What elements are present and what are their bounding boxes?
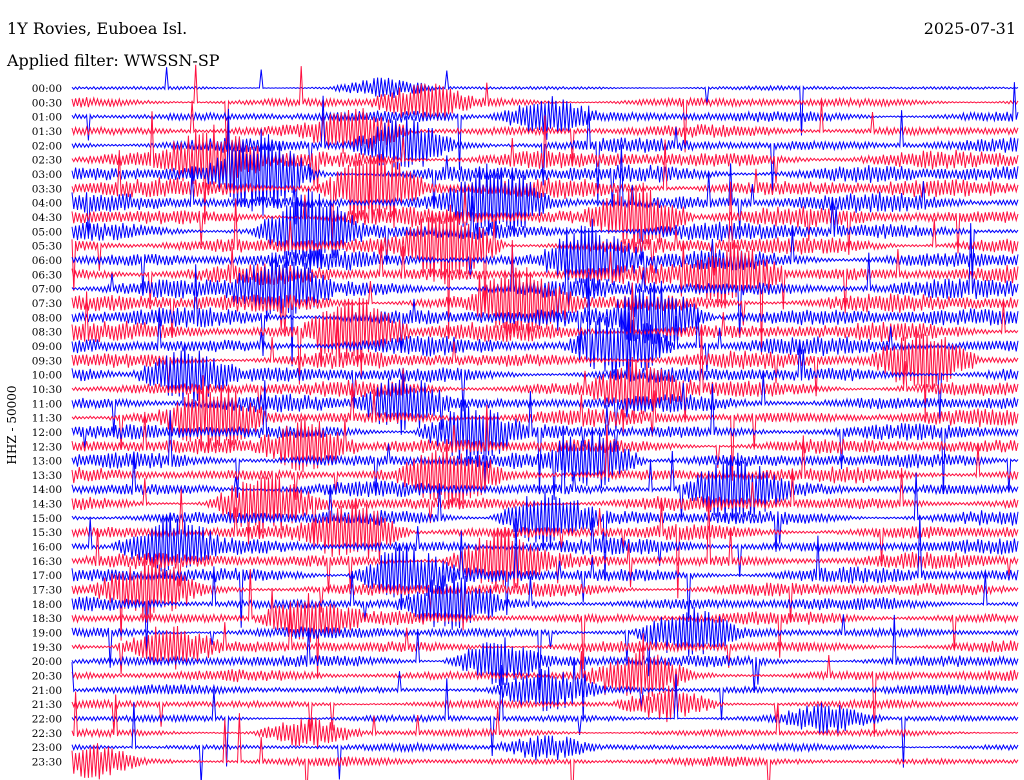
time-label-1100: 11:00 [32,398,62,410]
station-title: 1Y Rovies, Euboea Isl. [7,19,188,38]
time-label-1800: 18:00 [32,599,62,611]
time-label-0730: 07:30 [32,298,62,310]
time-label-1830: 18:30 [32,613,62,625]
filter-label: Applied filter: WWSSN-SP [7,51,220,70]
time-label-1130: 11:30 [32,413,62,425]
time-axis-labels: 00:00 00:30 01:00 01:30 02:00 02:30 03:00 03:30… [32,83,62,769]
time-label-2330: 23:30 [32,757,62,769]
time-label-1200: 12:00 [32,427,62,439]
time-label-0300: 03:00 [32,169,62,181]
time-label-1900: 19:00 [32,628,62,640]
time-label-2200: 22:00 [32,714,62,726]
time-label-2000: 20:00 [32,656,62,668]
time-label-1730: 17:30 [32,585,62,597]
time-label-1330: 13:30 [32,470,62,482]
helicorder-plot: 00:00 00:30 01:00 01:30 02:00 02:30 03:00 03:30… [32,64,1019,780]
time-label-0030: 00:30 [32,97,62,109]
time-label-2300: 23:00 [32,742,62,754]
time-label-0830: 08:30 [32,327,62,339]
time-label-0630: 06:30 [32,269,62,281]
time-label-1030: 10:30 [32,384,62,396]
time-label-0500: 05:00 [32,226,62,238]
time-label-1930: 19:30 [32,642,62,654]
time-label-0000: 00:00 [32,83,62,95]
time-label-1400: 14:00 [32,484,62,496]
time-label-0330: 03:30 [32,183,62,195]
time-label-0700: 07:00 [32,284,62,296]
time-label-0930: 09:30 [32,355,62,367]
time-label-0200: 02:00 [32,140,62,152]
time-label-1230: 12:30 [32,441,62,453]
time-label-0800: 08:00 [32,312,62,324]
time-label-0230: 02:30 [32,155,62,167]
time-label-1600: 16:00 [32,542,62,554]
trace-row-1330 [71,424,1019,527]
time-label-2230: 22:30 [32,728,62,740]
time-label-0900: 09:00 [32,341,62,353]
time-label-2130: 21:30 [32,699,62,711]
time-label-1530: 15:30 [32,527,62,539]
time-label-0430: 04:30 [32,212,62,224]
time-label-0130: 01:30 [32,126,62,138]
time-label-1500: 15:00 [32,513,62,525]
channel-label: HHZ - 50000 [5,385,19,465]
trace-row-2300 [71,701,1019,780]
time-label-1300: 13:00 [32,456,62,468]
time-label-1630: 16:30 [32,556,62,568]
time-label-1700: 17:00 [32,570,62,582]
trace-row-1500 [71,472,1019,581]
date-label: 2025-07-31 [923,19,1016,38]
trace-row-2100 [71,657,1019,721]
time-label-0530: 05:30 [32,241,62,253]
time-label-2100: 21:00 [32,685,62,697]
trace-row-0500 [71,188,1019,277]
time-label-0100: 01:00 [32,112,62,124]
trace-row-1800 [71,566,1019,652]
time-label-0400: 04:00 [32,198,62,210]
time-label-1000: 10:00 [32,370,62,382]
time-label-1430: 14:30 [32,499,62,511]
time-label-0600: 06:00 [32,255,62,267]
trace-group [71,64,1019,780]
time-label-2030: 20:30 [32,671,62,683]
